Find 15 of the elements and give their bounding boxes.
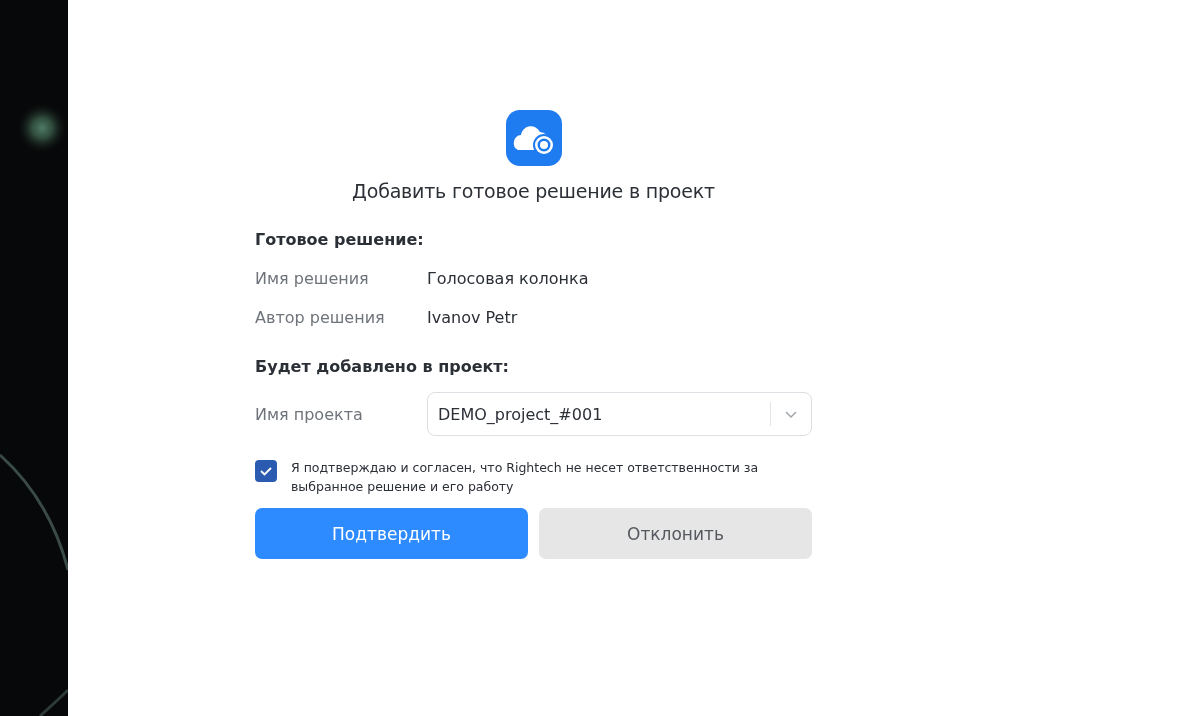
field-value: Голосовая колонка bbox=[427, 269, 589, 288]
check-icon bbox=[259, 464, 273, 478]
agreement-text: Я подтверждаю и согласен, что Rightech не несет ответственности за выбранное решение и его работу bbox=[291, 459, 760, 496]
agreement-checkbox[interactable] bbox=[255, 460, 277, 482]
field-value: Ivanov Petr bbox=[427, 308, 518, 327]
field-label: Имя проекта bbox=[255, 404, 364, 424]
confirm-button[interactable]: Подтвердить bbox=[255, 508, 528, 559]
project-select[interactable]: DEMO_project_#001 bbox=[427, 392, 812, 436]
field-label: Автор решения bbox=[255, 308, 386, 327]
section-heading: Готовое решение: bbox=[255, 230, 425, 249]
decline-button[interactable]: Отклонить bbox=[539, 508, 812, 559]
dialog-title: Добавить готовое решение в проект bbox=[351, 180, 716, 202]
section-heading: Будет добавлено в проект: bbox=[255, 357, 510, 376]
field-label: Имя решения bbox=[255, 269, 370, 288]
cloud-logo-icon bbox=[505, 110, 562, 166]
